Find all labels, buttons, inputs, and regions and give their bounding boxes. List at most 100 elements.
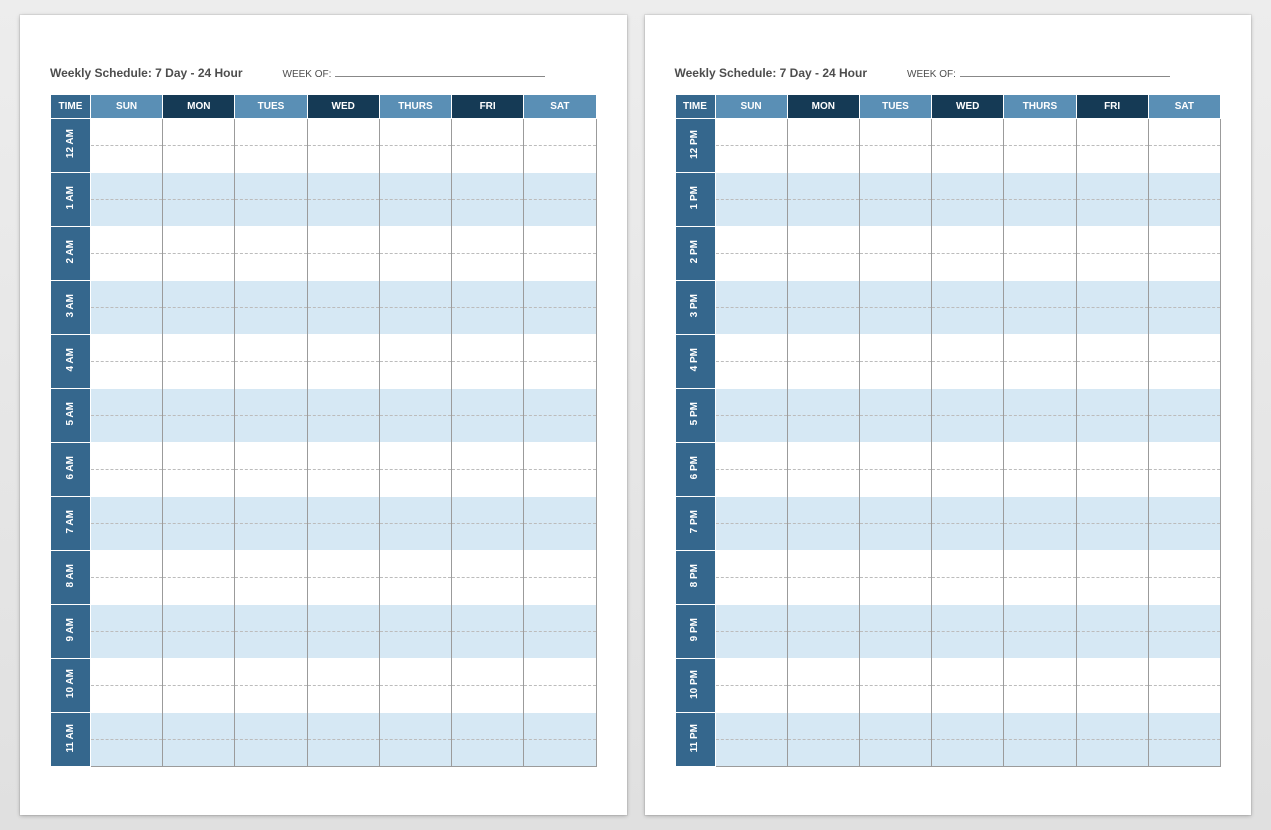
schedule-cell[interactable] <box>91 443 163 470</box>
schedule-cell[interactable] <box>715 389 787 416</box>
schedule-cell[interactable] <box>859 200 931 227</box>
schedule-cell[interactable] <box>524 686 596 713</box>
schedule-cell[interactable] <box>859 659 931 686</box>
schedule-cell[interactable] <box>715 443 787 470</box>
schedule-cell[interactable] <box>1076 713 1148 740</box>
schedule-cell[interactable] <box>452 497 524 524</box>
schedule-cell[interactable] <box>932 524 1004 551</box>
schedule-cell[interactable] <box>379 200 451 227</box>
schedule-cell[interactable] <box>524 713 596 740</box>
schedule-cell[interactable] <box>163 308 235 335</box>
schedule-cell[interactable] <box>932 713 1004 740</box>
schedule-cell[interactable] <box>163 740 235 767</box>
schedule-cell[interactable] <box>787 578 859 605</box>
schedule-cell[interactable] <box>1076 686 1148 713</box>
schedule-cell[interactable] <box>787 740 859 767</box>
schedule-cell[interactable] <box>1076 146 1148 173</box>
schedule-cell[interactable] <box>452 119 524 146</box>
schedule-cell[interactable] <box>1148 524 1220 551</box>
schedule-cell[interactable] <box>932 740 1004 767</box>
schedule-cell[interactable] <box>787 308 859 335</box>
schedule-cell[interactable] <box>91 740 163 767</box>
schedule-cell[interactable] <box>91 308 163 335</box>
schedule-cell[interactable] <box>235 443 307 470</box>
schedule-cell[interactable] <box>1148 578 1220 605</box>
schedule-cell[interactable] <box>91 200 163 227</box>
schedule-cell[interactable] <box>1148 416 1220 443</box>
schedule-cell[interactable] <box>163 713 235 740</box>
schedule-cell[interactable] <box>715 200 787 227</box>
schedule-cell[interactable] <box>1004 497 1076 524</box>
schedule-cell[interactable] <box>1004 470 1076 497</box>
schedule-cell[interactable] <box>91 254 163 281</box>
schedule-cell[interactable] <box>452 173 524 200</box>
schedule-cell[interactable] <box>859 281 931 308</box>
schedule-cell[interactable] <box>307 632 379 659</box>
schedule-cell[interactable] <box>379 578 451 605</box>
schedule-cell[interactable] <box>1076 173 1148 200</box>
schedule-cell[interactable] <box>524 578 596 605</box>
schedule-cell[interactable] <box>91 362 163 389</box>
schedule-cell[interactable] <box>715 146 787 173</box>
schedule-cell[interactable] <box>163 200 235 227</box>
schedule-cell[interactable] <box>235 740 307 767</box>
schedule-cell[interactable] <box>307 200 379 227</box>
schedule-cell[interactable] <box>524 146 596 173</box>
schedule-cell[interactable] <box>235 551 307 578</box>
schedule-cell[interactable] <box>307 146 379 173</box>
schedule-cell[interactable] <box>452 632 524 659</box>
schedule-cell[interactable] <box>787 713 859 740</box>
schedule-cell[interactable] <box>452 200 524 227</box>
schedule-cell[interactable] <box>859 497 931 524</box>
schedule-cell[interactable] <box>1148 470 1220 497</box>
schedule-cell[interactable] <box>1076 524 1148 551</box>
schedule-cell[interactable] <box>91 227 163 254</box>
schedule-cell[interactable] <box>715 335 787 362</box>
schedule-cell[interactable] <box>91 578 163 605</box>
schedule-cell[interactable] <box>524 605 596 632</box>
schedule-cell[interactable] <box>1004 281 1076 308</box>
schedule-cell[interactable] <box>235 416 307 443</box>
schedule-cell[interactable] <box>452 740 524 767</box>
schedule-cell[interactable] <box>91 470 163 497</box>
schedule-cell[interactable] <box>932 200 1004 227</box>
schedule-cell[interactable] <box>1076 254 1148 281</box>
schedule-cell[interactable] <box>1076 443 1148 470</box>
schedule-cell[interactable] <box>452 524 524 551</box>
schedule-cell[interactable] <box>1148 362 1220 389</box>
schedule-cell[interactable] <box>1004 578 1076 605</box>
schedule-cell[interactable] <box>307 308 379 335</box>
schedule-cell[interactable] <box>524 443 596 470</box>
schedule-cell[interactable] <box>787 389 859 416</box>
schedule-cell[interactable] <box>452 308 524 335</box>
schedule-cell[interactable] <box>1004 200 1076 227</box>
schedule-cell[interactable] <box>91 497 163 524</box>
schedule-cell[interactable] <box>235 605 307 632</box>
schedule-cell[interactable] <box>379 416 451 443</box>
schedule-cell[interactable] <box>235 497 307 524</box>
schedule-cell[interactable] <box>452 227 524 254</box>
schedule-cell[interactable] <box>1076 362 1148 389</box>
schedule-cell[interactable] <box>859 173 931 200</box>
schedule-cell[interactable] <box>787 443 859 470</box>
schedule-cell[interactable] <box>1004 524 1076 551</box>
schedule-cell[interactable] <box>715 173 787 200</box>
schedule-cell[interactable] <box>859 686 931 713</box>
schedule-cell[interactable] <box>859 551 931 578</box>
schedule-cell[interactable] <box>932 443 1004 470</box>
schedule-cell[interactable] <box>452 389 524 416</box>
schedule-cell[interactable] <box>1004 551 1076 578</box>
schedule-cell[interactable] <box>163 119 235 146</box>
schedule-cell[interactable] <box>163 389 235 416</box>
schedule-cell[interactable] <box>859 740 931 767</box>
schedule-cell[interactable] <box>91 713 163 740</box>
schedule-cell[interactable] <box>1076 200 1148 227</box>
schedule-cell[interactable] <box>1004 443 1076 470</box>
schedule-cell[interactable] <box>524 227 596 254</box>
schedule-cell[interactable] <box>307 470 379 497</box>
schedule-cell[interactable] <box>452 362 524 389</box>
schedule-cell[interactable] <box>1148 551 1220 578</box>
schedule-cell[interactable] <box>1004 362 1076 389</box>
schedule-cell[interactable] <box>307 335 379 362</box>
schedule-cell[interactable] <box>932 497 1004 524</box>
